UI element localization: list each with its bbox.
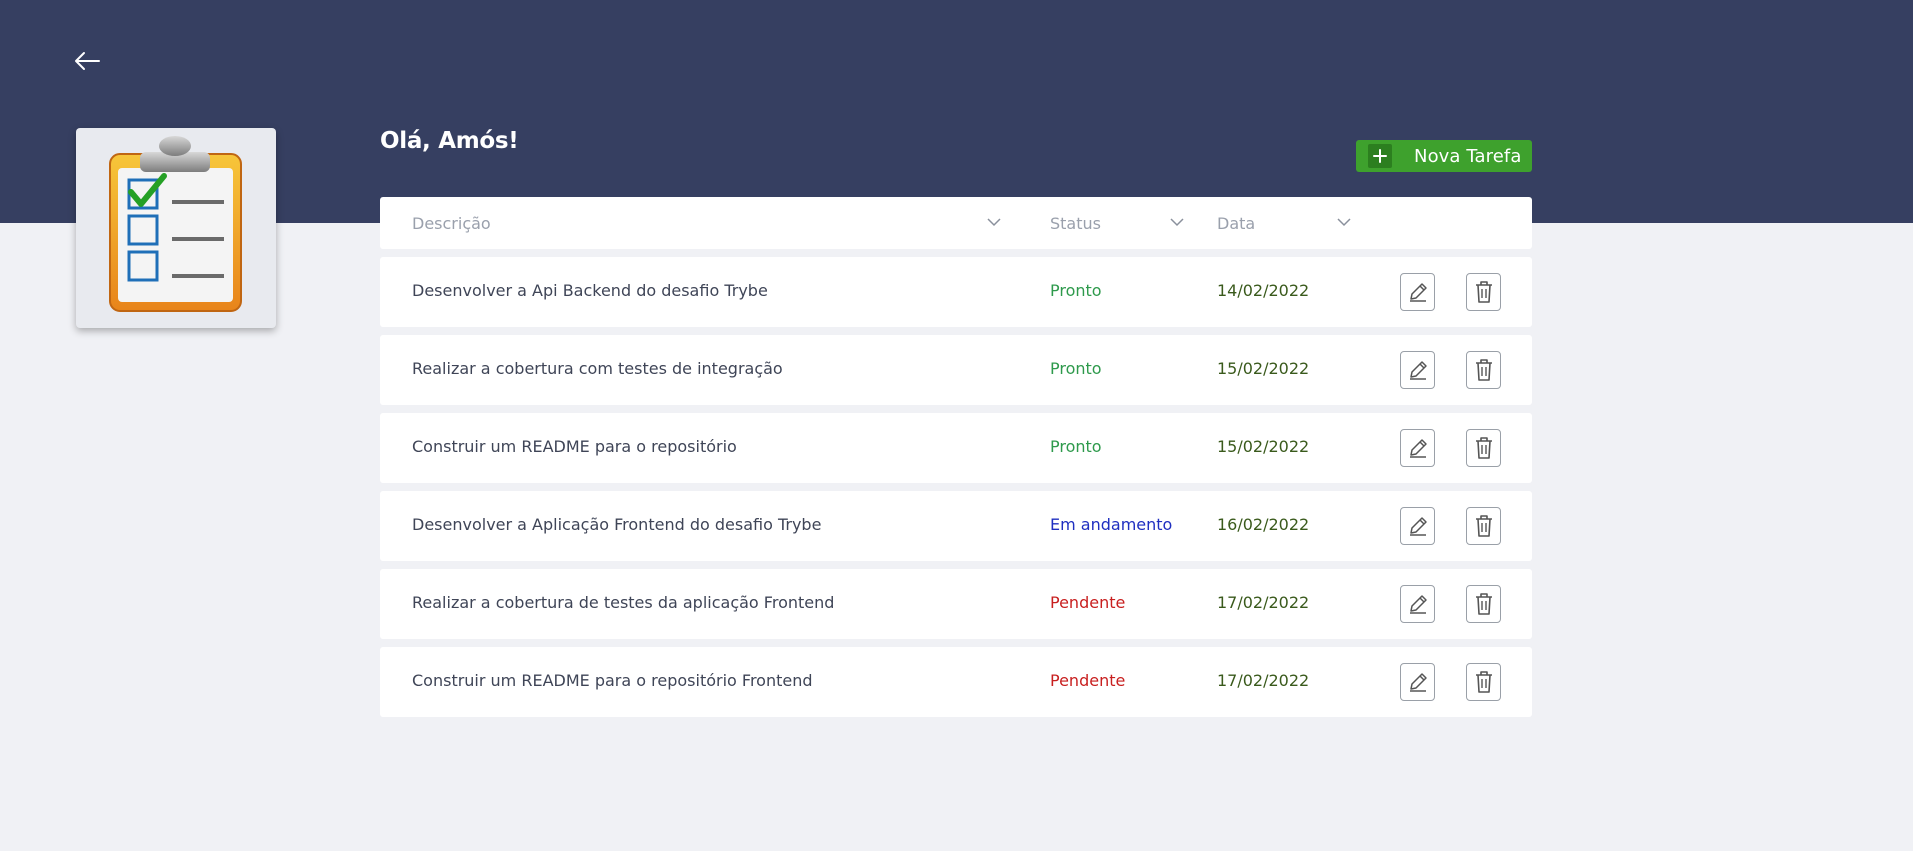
task-status: Em andamento bbox=[1050, 515, 1173, 534]
task-description: Desenvolver a Api Backend do desafio Try… bbox=[412, 281, 768, 300]
trash-icon bbox=[1475, 671, 1492, 693]
table-row: Realizar a cobertura de testes da aplica… bbox=[380, 569, 1532, 639]
edit-button[interactable] bbox=[1400, 351, 1435, 389]
plus-icon bbox=[1368, 144, 1392, 168]
chevron-down-icon[interactable] bbox=[1336, 217, 1352, 227]
task-date: 17/02/2022 bbox=[1217, 671, 1310, 690]
edit-button[interactable] bbox=[1400, 585, 1435, 623]
trash-icon bbox=[1475, 515, 1492, 537]
edit-button[interactable] bbox=[1400, 663, 1435, 701]
task-description: Realizar a cobertura com testes de integ… bbox=[412, 359, 783, 378]
table-row: Construir um README para o repositório F… bbox=[380, 647, 1532, 717]
task-description: Construir um README para o repositório F… bbox=[412, 671, 813, 690]
pencil-icon bbox=[1409, 595, 1427, 614]
delete-button[interactable] bbox=[1466, 507, 1501, 545]
clipboard-checklist-icon bbox=[109, 136, 242, 312]
delete-button[interactable] bbox=[1466, 273, 1501, 311]
task-date: 16/02/2022 bbox=[1217, 515, 1310, 534]
task-date: 14/02/2022 bbox=[1217, 281, 1310, 300]
column-header-status: Status bbox=[1050, 214, 1101, 233]
chevron-down-icon[interactable] bbox=[986, 217, 1002, 227]
arrow-left-icon bbox=[75, 52, 100, 70]
task-status: Pronto bbox=[1050, 359, 1102, 378]
trash-icon bbox=[1475, 593, 1492, 615]
table-header: Descrição Status Data bbox=[380, 197, 1532, 249]
task-date: 15/02/2022 bbox=[1217, 359, 1310, 378]
pencil-icon bbox=[1409, 673, 1427, 692]
pencil-icon bbox=[1409, 517, 1427, 536]
task-status: Pronto bbox=[1050, 437, 1102, 456]
trash-icon bbox=[1475, 437, 1492, 459]
edit-button[interactable] bbox=[1400, 507, 1435, 545]
task-status: Pronto bbox=[1050, 281, 1102, 300]
header-band bbox=[0, 0, 1913, 223]
task-description: Construir um README para o repositório bbox=[412, 437, 737, 456]
delete-button[interactable] bbox=[1466, 429, 1501, 467]
task-date: 15/02/2022 bbox=[1217, 437, 1310, 456]
edit-button[interactable] bbox=[1400, 429, 1435, 467]
back-button[interactable] bbox=[72, 48, 102, 74]
column-header-date: Data bbox=[1217, 214, 1256, 233]
trash-icon bbox=[1475, 281, 1492, 303]
new-task-label: Nova Tarefa bbox=[1414, 145, 1522, 167]
task-date: 17/02/2022 bbox=[1217, 593, 1310, 612]
table-row: Desenvolver a Api Backend do desafio Try… bbox=[380, 257, 1532, 327]
new-task-button[interactable]: Nova Tarefa bbox=[1356, 140, 1532, 172]
table-row: Construir um README para o repositório P… bbox=[380, 413, 1532, 483]
task-description: Realizar a cobertura de testes da aplica… bbox=[412, 593, 835, 612]
task-status: Pendente bbox=[1050, 671, 1126, 690]
edit-button[interactable] bbox=[1400, 273, 1435, 311]
greeting-title: Olá, Amós! bbox=[380, 128, 519, 154]
delete-button[interactable] bbox=[1466, 351, 1501, 389]
pencil-icon bbox=[1409, 361, 1427, 380]
pencil-icon bbox=[1409, 283, 1427, 302]
column-header-description: Descrição bbox=[412, 214, 491, 233]
delete-button[interactable] bbox=[1466, 585, 1501, 623]
delete-button[interactable] bbox=[1466, 663, 1501, 701]
task-description: Desenvolver a Aplicação Frontend do desa… bbox=[412, 515, 822, 534]
pencil-icon bbox=[1409, 439, 1427, 458]
trash-icon bbox=[1475, 359, 1492, 381]
table-row: Desenvolver a Aplicação Frontend do desa… bbox=[380, 491, 1532, 561]
table-row: Realizar a cobertura com testes de integ… bbox=[380, 335, 1532, 405]
app-logo bbox=[76, 128, 276, 328]
task-status: Pendente bbox=[1050, 593, 1126, 612]
chevron-down-icon[interactable] bbox=[1169, 217, 1185, 227]
